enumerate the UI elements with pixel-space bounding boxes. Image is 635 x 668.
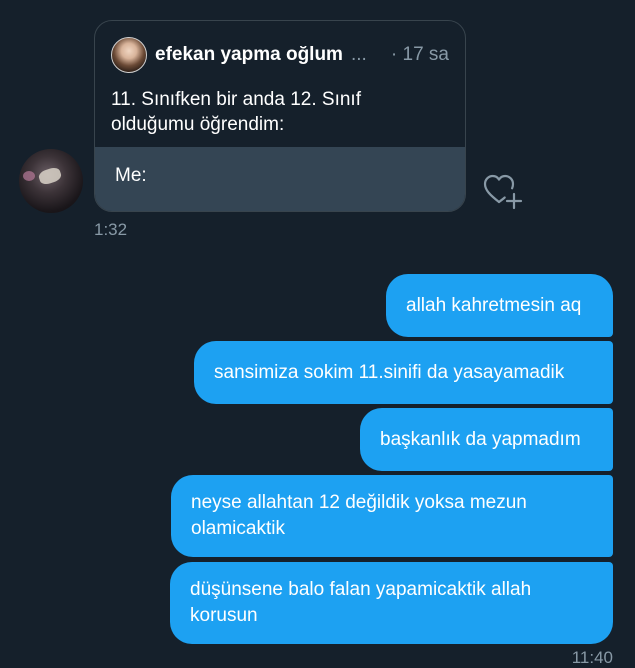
quoted-tweet-text: 11. Sınıfken bir anda 12. Sınıf olduğumu…	[111, 89, 361, 135]
sent-message[interactable]: neyse allahtan 12 değildik yoksa mezun o…	[171, 475, 613, 557]
sender-avatar[interactable]	[19, 149, 83, 213]
received-timestamp: 1:32	[94, 220, 128, 239]
avatar-detail	[23, 171, 35, 181]
quoted-author-name: efekan yapma oğlum	[155, 44, 343, 65]
quoted-tweet-time: · 17 sa	[390, 44, 449, 65]
name-truncation: ...	[350, 44, 367, 65]
quoted-tweet-media[interactable]: Me:	[95, 147, 465, 211]
heart-add-icon	[483, 174, 523, 210]
sent-message[interactable]: başkanlık da yapmadım	[360, 408, 613, 471]
quoted-tweet-card[interactable]: efekan yapma oğlum ... · 17 sa 11. Sınıf…	[94, 20, 466, 212]
sent-timestamp: 11:40	[571, 648, 613, 667]
avatar-detail	[37, 165, 63, 187]
sent-message[interactable]: sansimiza sokim 11.sinifi da yasayamadik	[194, 341, 613, 404]
quoted-media-text: Me:	[115, 165, 147, 186]
react-button[interactable]	[482, 172, 524, 212]
sent-message[interactable]: düşünsene balo falan yapamicaktik allah …	[170, 562, 613, 644]
sent-message[interactable]: allah kahretmesin aq	[386, 274, 613, 337]
quoted-tweet-header: efekan yapma oğlum ... · 17 sa	[111, 37, 449, 73]
quoted-author-avatar	[111, 37, 147, 73]
